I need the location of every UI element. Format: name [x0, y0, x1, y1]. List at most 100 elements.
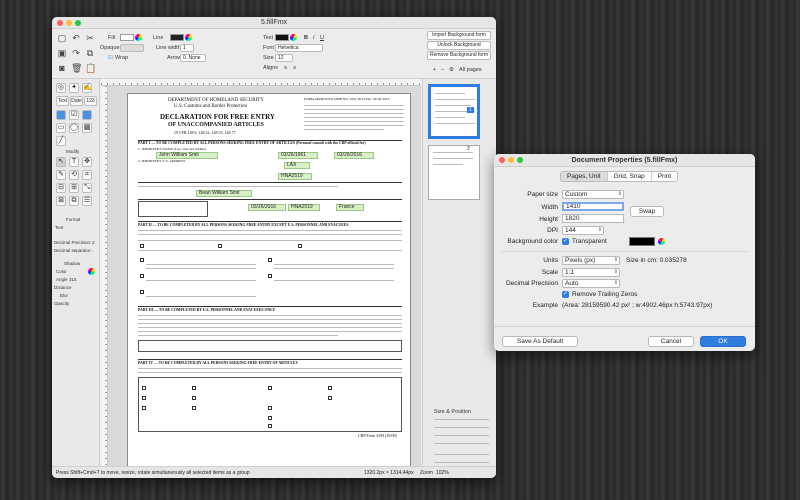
shadow-color-wheel-icon[interactable] — [88, 268, 95, 275]
add-page-icon[interactable]: + — [433, 67, 436, 73]
arrow-select[interactable]: 0. None — [180, 54, 206, 62]
blue-fill-icon[interactable] — [56, 110, 66, 120]
entry-date-field[interactable]: 03/26/2016 — [248, 204, 286, 211]
shadow-angle-value[interactable]: 315 — [69, 277, 77, 282]
width-field[interactable]: 1410 — [562, 202, 624, 211]
vessel-field[interactable]: HNA2519 — [278, 173, 312, 180]
tab-pages-unit[interactable]: Pages, Unit — [561, 172, 608, 181]
paper-size-select[interactable]: Custom ⇕ — [562, 190, 624, 199]
format-text-select[interactable]: Text — [55, 225, 63, 230]
trash-icon[interactable]: 🗑 — [71, 63, 82, 73]
background-color-swatch[interactable] — [629, 237, 655, 246]
redo-icon[interactable]: ↷ — [71, 48, 81, 58]
decimal-precision-value[interactable]: 2 — [92, 240, 95, 245]
fill-color-wheel-icon[interactable] — [135, 34, 142, 41]
units-select[interactable]: Pixels (px) ⇕ — [562, 256, 620, 265]
wrap-checkbox-icon[interactable]: ☑ — [108, 55, 113, 61]
font-size-field[interactable]: 12 — [275, 54, 293, 62]
tab-number[interactable]: 123 — [84, 96, 97, 106]
align-center-icon[interactable]: ≡ — [284, 65, 287, 71]
pen-tool-icon[interactable]: ✎ — [56, 170, 66, 180]
tab-grid-snap[interactable]: Grid, Snap — [608, 172, 652, 181]
undo-icon[interactable]: ↶ — [71, 33, 81, 43]
swap-button[interactable]: Swap — [630, 206, 664, 217]
port-field[interactable]: LAX — [284, 162, 310, 169]
group-tool-icon[interactable]: ⧉ — [69, 196, 79, 206]
new-doc-icon[interactable]: ▢ — [57, 33, 67, 43]
remove-trailing-zeros-checkbox[interactable]: ✓ — [562, 291, 569, 298]
unlock-background-button[interactable]: Unlock Background — [427, 41, 491, 50]
page-thumbnail-1[interactable]: 1 — [428, 84, 480, 139]
rotate-tool-icon[interactable]: ⟲ — [69, 170, 79, 180]
decimal-precision-select[interactable]: Auto ⇕ — [562, 279, 620, 288]
tab-date[interactable]: Date — [70, 96, 83, 106]
tab-text[interactable]: Text — [56, 96, 69, 106]
transparent-checkbox[interactable]: ✓ — [562, 238, 569, 245]
resize-tool-icon[interactable]: ⤡ — [82, 183, 92, 193]
scale-select[interactable]: 1:1 ⇕ — [562, 268, 620, 277]
lock-tool-icon[interactable]: ⊠ — [56, 196, 66, 206]
line-tool-icon[interactable]: ╱ — [56, 136, 66, 146]
move-tool-icon[interactable]: ✥ — [82, 157, 92, 167]
paste-icon[interactable]: 📋 — [85, 63, 96, 73]
radio-tool-icon[interactable] — [82, 110, 92, 120]
height-field[interactable]: 1820 — [562, 214, 624, 223]
cut-icon[interactable]: ✂ — [85, 33, 95, 43]
decimal-separator-value[interactable]: . — [92, 248, 93, 253]
line-color-wheel-icon[interactable] — [185, 34, 192, 41]
save-icon[interactable]: ▣ — [57, 48, 67, 58]
opaque-slider[interactable] — [120, 44, 144, 52]
save-as-default-button[interactable]: Save As Default — [502, 336, 578, 347]
shadow-angle-label: Angle — [56, 277, 68, 282]
line-width-field[interactable]: 1 — [180, 44, 194, 52]
arrival-date-field[interactable]: 03/26/2016 — [334, 152, 374, 159]
italic-icon[interactable]: I — [313, 35, 315, 41]
rect-tool-icon[interactable]: ▭ — [56, 123, 66, 133]
cancel-button[interactable]: Cancel — [648, 336, 694, 347]
dpi-select[interactable]: 144 ⇕ — [562, 226, 604, 235]
copy-icon[interactable]: ⧉ — [85, 48, 95, 58]
vessel-2-field[interactable]: HNA2519 — [288, 204, 320, 211]
page-thumbnail-2[interactable]: 2 — [428, 145, 480, 200]
crop-tool-icon[interactable]: ⌗ — [82, 170, 92, 180]
line-color-swatch[interactable] — [170, 34, 184, 41]
image-tool-icon[interactable]: ▩ — [82, 123, 92, 133]
fill-color-swatch[interactable] — [120, 34, 134, 41]
birth-date-field[interactable]: 03/26/1961 — [278, 152, 318, 159]
tool-panel: ◎ ✦ ✍ Text Date 123 ☑ ▭ ◯ ▩ ╱ Modify ↖ T… — [52, 79, 100, 466]
align-left-icon[interactable]: ≡ — [275, 65, 278, 71]
ok-button[interactable]: OK — [700, 336, 746, 347]
document-page[interactable]: DEPARTMENT OF HOMELAND SECURITY U.S. Cus… — [127, 93, 411, 466]
target-icon[interactable]: ◎ — [56, 83, 66, 93]
text-color-wheel-icon[interactable] — [290, 34, 297, 41]
settings-icon[interactable]: ⚙ — [449, 67, 454, 73]
importer-name-field[interactable]: John William Smit — [156, 152, 218, 159]
layers-tool-icon[interactable]: ☰ — [82, 196, 92, 206]
text-color-swatch[interactable] — [275, 34, 289, 41]
tab-print[interactable]: Print — [652, 172, 677, 181]
ellipse-tool-icon[interactable]: ◯ — [69, 123, 79, 133]
distribute-tool-icon[interactable]: ⊞ — [69, 183, 79, 193]
text-tool-icon[interactable]: T — [69, 157, 79, 167]
pointer-tool-icon[interactable]: ↖ — [56, 157, 66, 167]
underline-icon[interactable]: U — [320, 35, 324, 41]
country-field[interactable]: France — [336, 204, 364, 211]
remove-page-icon[interactable]: − — [441, 67, 444, 73]
signature-icon[interactable]: ✍ — [82, 83, 92, 93]
camera-icon[interactable]: ◙ — [57, 63, 67, 73]
import-background-button[interactable]: Import Background form — [427, 31, 491, 40]
part1-header: PART I — TO BE COMPLETED BY ALL PERSONS … — [138, 141, 366, 145]
background-color-wheel-icon[interactable] — [658, 238, 665, 245]
person-name-field[interactable]: Bean William Smit — [196, 190, 252, 197]
dpi-chevron-icon: ⇕ — [597, 227, 602, 233]
font-select[interactable]: Helvetica — [275, 44, 323, 52]
zoom-value[interactable]: 102% — [436, 470, 449, 476]
align-right-icon[interactable]: ≡ — [293, 65, 296, 71]
window-title: 5.fillFmx — [260, 19, 288, 26]
remove-background-button[interactable]: Remove Background form — [427, 51, 491, 60]
checkbox-tool-icon[interactable]: ☑ — [69, 110, 79, 120]
stamp-icon[interactable]: ✦ — [69, 83, 79, 93]
canvas-area[interactable]: DEPARTMENT OF HOMELAND SECURITY U.S. Cus… — [101, 79, 421, 466]
bold-icon[interactable]: B — [304, 35, 308, 41]
align-tool-icon[interactable]: ⊟ — [56, 183, 66, 193]
